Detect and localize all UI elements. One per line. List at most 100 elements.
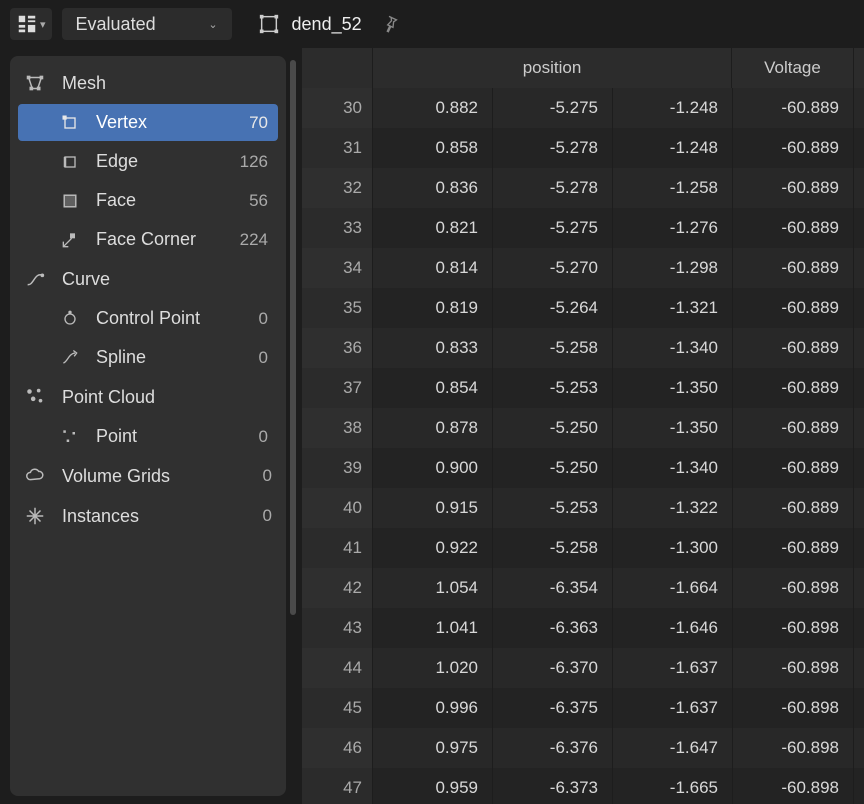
cell-y[interactable]: -5.253	[492, 488, 612, 528]
cell-z[interactable]: -1.258	[612, 168, 732, 208]
cell-voltage[interactable]: -60.889	[732, 528, 854, 568]
sidebar-item-face[interactable]: Face56	[18, 182, 278, 219]
cell-voltage[interactable]: -60.889	[732, 448, 854, 488]
table-row[interactable]: 421.054-6.354-1.664-60.898	[302, 568, 864, 608]
cell-z[interactable]: -1.248	[612, 88, 732, 128]
cell-x[interactable]: 0.996	[372, 688, 492, 728]
sidebar-item-face-corner[interactable]: Face Corner224	[18, 221, 278, 258]
cell-y[interactable]: -6.354	[492, 568, 612, 608]
cell-y[interactable]: -5.258	[492, 528, 612, 568]
cell-y[interactable]: -6.376	[492, 728, 612, 768]
cell-y[interactable]: -5.275	[492, 88, 612, 128]
cell-z[interactable]: -1.637	[612, 648, 732, 688]
cell-y[interactable]: -6.363	[492, 608, 612, 648]
header-voltage[interactable]: Voltage	[732, 48, 854, 88]
scrollbar-thumb[interactable]	[290, 60, 296, 615]
table-row[interactable]: 310.858-5.278-1.248-60.889	[302, 128, 864, 168]
table-row[interactable]: 320.836-5.278-1.258-60.889	[302, 168, 864, 208]
cell-voltage[interactable]: -60.889	[732, 288, 854, 328]
cell-z[interactable]: -1.637	[612, 688, 732, 728]
sidebar-item-edge[interactable]: Edge126	[18, 143, 278, 180]
cell-x[interactable]: 0.922	[372, 528, 492, 568]
cell-x[interactable]: 0.836	[372, 168, 492, 208]
cell-z[interactable]: -1.664	[612, 568, 732, 608]
cell-y[interactable]: -5.250	[492, 448, 612, 488]
cell-voltage[interactable]: -60.898	[732, 728, 854, 768]
cell-voltage[interactable]: -60.898	[732, 608, 854, 648]
cell-voltage[interactable]: -60.889	[732, 208, 854, 248]
table-row[interactable]: 340.814-5.270-1.298-60.889	[302, 248, 864, 288]
cell-x[interactable]: 0.833	[372, 328, 492, 368]
group-point-cloud[interactable]: Point Cloud	[14, 378, 282, 416]
cell-voltage[interactable]: -60.898	[732, 688, 854, 728]
table-row[interactable]: 400.915-5.253-1.322-60.889	[302, 488, 864, 528]
cell-z[interactable]: -1.340	[612, 448, 732, 488]
cell-x[interactable]: 1.041	[372, 608, 492, 648]
cell-voltage[interactable]: -60.898	[732, 648, 854, 688]
cell-x[interactable]: 0.915	[372, 488, 492, 528]
table-row[interactable]: 370.854-5.253-1.350-60.889	[302, 368, 864, 408]
cell-x[interactable]: 0.814	[372, 248, 492, 288]
cell-z[interactable]: -1.248	[612, 128, 732, 168]
cell-voltage[interactable]: -60.889	[732, 368, 854, 408]
table-row[interactable]: 350.819-5.264-1.321-60.889	[302, 288, 864, 328]
cell-voltage[interactable]: -60.889	[732, 88, 854, 128]
header-position[interactable]: position	[372, 48, 732, 88]
cell-voltage[interactable]: -60.889	[732, 328, 854, 368]
cell-z[interactable]: -1.647	[612, 728, 732, 768]
cell-z[interactable]: -1.665	[612, 768, 732, 804]
cell-x[interactable]: 1.054	[372, 568, 492, 608]
sidebar-item-point[interactable]: Point0	[18, 418, 278, 455]
cell-y[interactable]: -5.278	[492, 168, 612, 208]
cell-voltage[interactable]: -60.889	[732, 408, 854, 448]
table-row[interactable]: 450.996-6.375-1.637-60.898	[302, 688, 864, 728]
cell-z[interactable]: -1.321	[612, 288, 732, 328]
table-row[interactable]: 431.041-6.363-1.646-60.898	[302, 608, 864, 648]
cell-x[interactable]: 0.878	[372, 408, 492, 448]
cell-voltage[interactable]: -60.889	[732, 248, 854, 288]
cell-y[interactable]: -5.275	[492, 208, 612, 248]
table-row[interactable]: 330.821-5.275-1.276-60.889	[302, 208, 864, 248]
cell-x[interactable]: 0.975	[372, 728, 492, 768]
group-mesh[interactable]: Mesh	[14, 64, 282, 102]
group-volume-grids[interactable]: Volume Grids0	[14, 457, 282, 495]
table-row[interactable]: 460.975-6.376-1.647-60.898	[302, 728, 864, 768]
cell-voltage[interactable]: -60.889	[732, 488, 854, 528]
cell-y[interactable]: -5.258	[492, 328, 612, 368]
pin-icon[interactable]	[380, 14, 400, 34]
table-row[interactable]: 360.833-5.258-1.340-60.889	[302, 328, 864, 368]
group-instances[interactable]: Instances0	[14, 497, 282, 535]
table-row[interactable]: 380.878-5.250-1.350-60.889	[302, 408, 864, 448]
cell-y[interactable]: -5.250	[492, 408, 612, 448]
cell-x[interactable]: 0.882	[372, 88, 492, 128]
sidebar-item-control-point[interactable]: Control Point0	[18, 300, 278, 337]
table-row[interactable]: 470.959-6.373-1.665-60.898	[302, 768, 864, 804]
header-index[interactable]	[302, 48, 372, 88]
editor-type-button[interactable]: ▾	[10, 8, 52, 40]
cell-x[interactable]: 0.821	[372, 208, 492, 248]
cell-y[interactable]: -5.270	[492, 248, 612, 288]
cell-y[interactable]: -5.253	[492, 368, 612, 408]
cell-x[interactable]: 1.020	[372, 648, 492, 688]
table-row[interactable]: 300.882-5.275-1.248-60.889	[302, 88, 864, 128]
cell-z[interactable]: -1.350	[612, 368, 732, 408]
cell-z[interactable]: -1.298	[612, 248, 732, 288]
cell-x[interactable]: 0.819	[372, 288, 492, 328]
cell-voltage[interactable]: -60.889	[732, 168, 854, 208]
cell-x[interactable]: 0.959	[372, 768, 492, 804]
cell-x[interactable]: 0.854	[372, 368, 492, 408]
sidebar-scrollbar[interactable]	[290, 56, 298, 796]
cell-z[interactable]: -1.350	[612, 408, 732, 448]
cell-y[interactable]: -5.278	[492, 128, 612, 168]
cell-x[interactable]: 0.858	[372, 128, 492, 168]
cell-y[interactable]: -5.264	[492, 288, 612, 328]
cell-z[interactable]: -1.322	[612, 488, 732, 528]
cell-y[interactable]: -6.370	[492, 648, 612, 688]
cell-voltage[interactable]: -60.898	[732, 568, 854, 608]
cell-z[interactable]: -1.276	[612, 208, 732, 248]
cell-z[interactable]: -1.340	[612, 328, 732, 368]
sidebar-item-vertex[interactable]: Vertex70	[18, 104, 278, 141]
cell-y[interactable]: -6.375	[492, 688, 612, 728]
cell-voltage[interactable]: -60.898	[732, 768, 854, 804]
group-curve[interactable]: Curve	[14, 260, 282, 298]
